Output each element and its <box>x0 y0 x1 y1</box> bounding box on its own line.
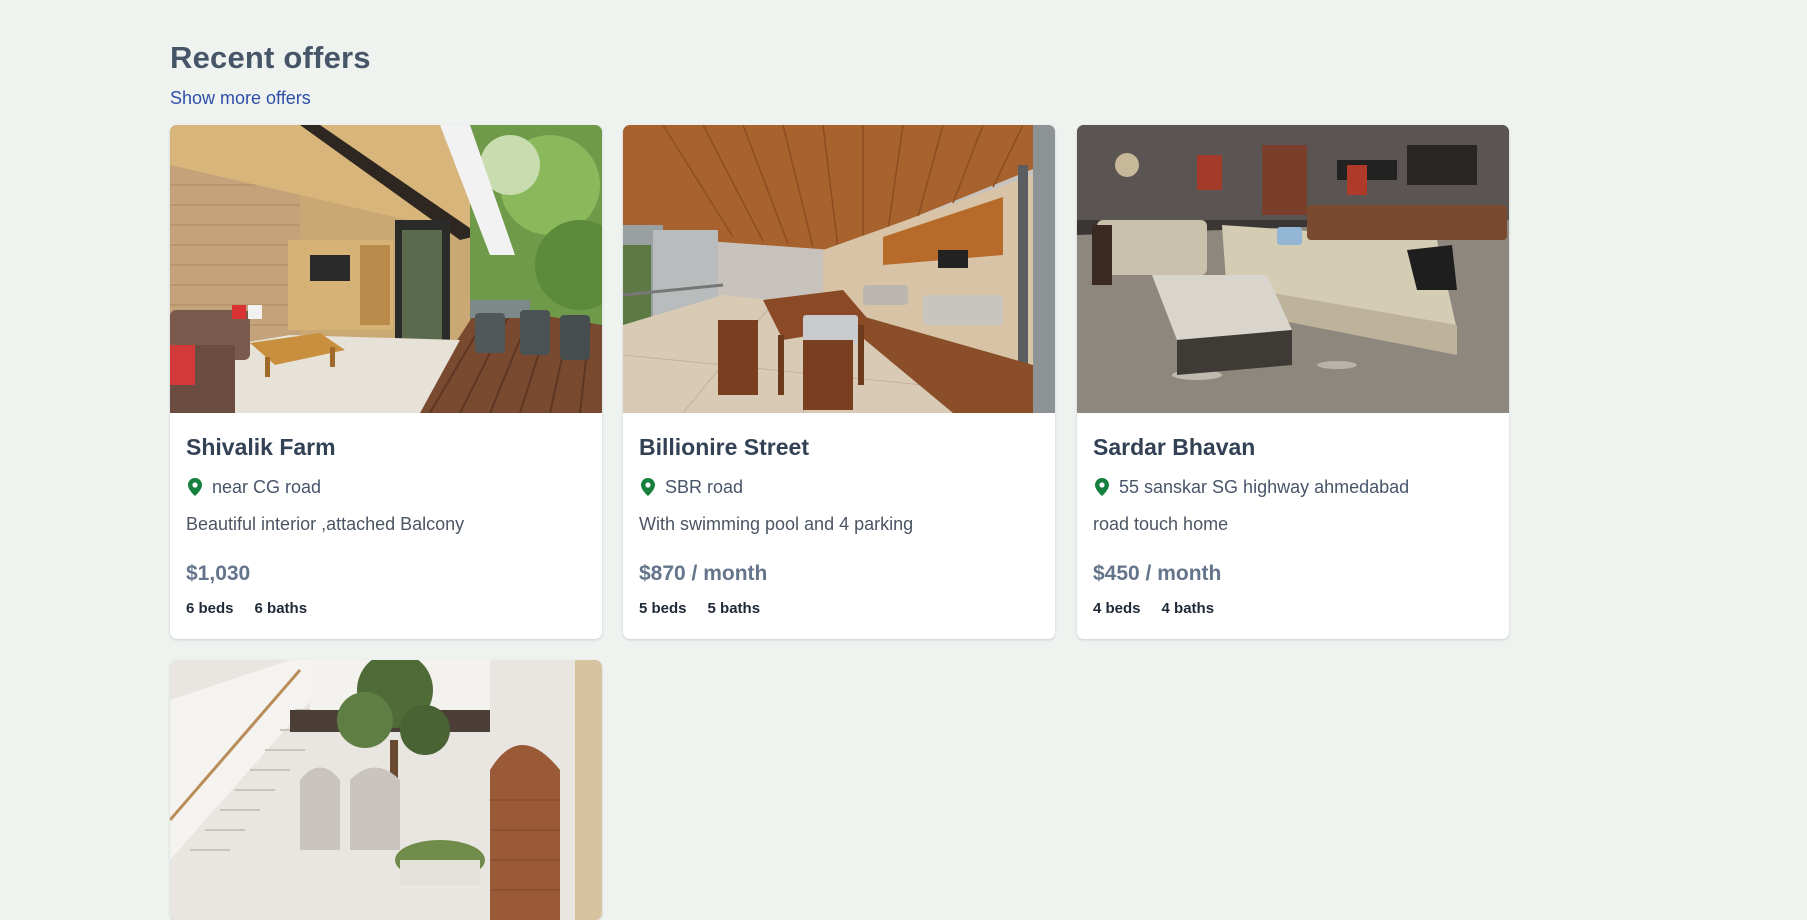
offer-location-text: near CG road <box>212 477 322 497</box>
offer-location-text: 55 sanskar SG highway ahmedabad <box>1119 477 1410 497</box>
offer-description: With swimming pool and 4 parking <box>639 514 914 534</box>
offer-baths: 6 baths <box>254 600 308 617</box>
recent-offers-section: Recent offers Show more offers Shivalik … <box>170 36 1510 920</box>
offer-card[interactable]: Billionire Street SBR road With swimming… <box>623 125 1055 639</box>
offer-location: SBR road <box>639 475 1039 499</box>
offer-price: $1,030 <box>186 562 251 585</box>
offer-price: $870 / month <box>639 562 768 585</box>
show-more-offers-link[interactable]: Show more offers <box>170 86 311 110</box>
section-title: Recent offers <box>170 40 371 75</box>
offer-description: road touch home <box>1093 514 1229 534</box>
offer-card[interactable] <box>170 660 602 920</box>
offer-title[interactable]: Shivalik Farm <box>186 433 586 461</box>
offer-photo[interactable] <box>623 125 1055 413</box>
offer-beds: 5 beds <box>639 600 687 617</box>
offer-card[interactable]: Shivalik Farm near CG road Beautiful int… <box>170 125 602 639</box>
offer-baths: 5 baths <box>707 600 761 617</box>
offer-location: 55 sanskar SG highway ahmedabad <box>1093 475 1493 499</box>
offer-title[interactable]: Sardar Bhavan <box>1093 433 1493 461</box>
offer-specs: 6 beds 6 baths <box>186 599 586 619</box>
offer-beds: 6 beds <box>186 600 234 617</box>
offer-title[interactable]: Billionire Street <box>639 433 1039 461</box>
offer-price: $450 / month <box>1093 562 1222 585</box>
offer-card[interactable]: Sardar Bhavan 55 sanskar SG highway ahme… <box>1077 125 1509 639</box>
map-pin-icon <box>641 478 655 496</box>
map-pin-icon <box>1095 478 1109 496</box>
offer-photo[interactable] <box>170 125 602 413</box>
offer-location: near CG road <box>186 475 586 499</box>
offer-baths: 4 baths <box>1161 600 1215 617</box>
offer-description: Beautiful interior ,attached Balcony <box>186 514 465 534</box>
map-pin-icon <box>188 478 202 496</box>
offer-beds: 4 beds <box>1093 600 1141 617</box>
offer-location-text: SBR road <box>665 477 744 497</box>
offer-photo[interactable] <box>170 660 602 920</box>
offer-specs: 4 beds 4 baths <box>1093 599 1493 619</box>
offer-photo[interactable] <box>1077 125 1509 413</box>
offer-specs: 5 beds 5 baths <box>639 599 1039 619</box>
